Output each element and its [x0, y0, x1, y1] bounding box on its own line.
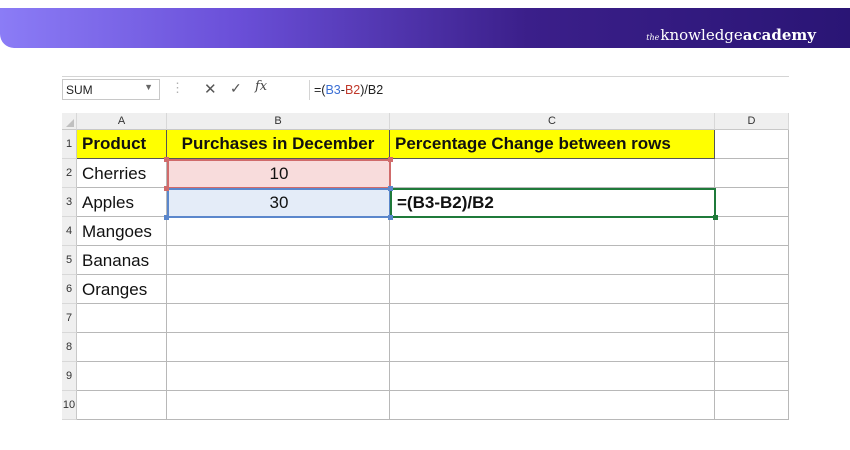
cell-b3[interactable]: 30	[167, 188, 391, 218]
cell-c2[interactable]	[390, 159, 715, 188]
cancel-icon[interactable]: ✕	[204, 80, 217, 98]
cell-c8[interactable]	[390, 333, 715, 362]
enter-icon[interactable]: ✓	[230, 80, 242, 97]
cell-b5[interactable]	[167, 246, 390, 275]
cell-c3-active[interactable]: =(B3-B2)/B2	[390, 188, 716, 218]
select-all-corner[interactable]	[62, 113, 77, 130]
column-header-b[interactable]: B	[167, 113, 390, 130]
cell-d8[interactable]	[715, 333, 789, 362]
range-handle[interactable]	[164, 186, 169, 191]
range-handle[interactable]	[388, 215, 393, 220]
cell-b4[interactable]	[167, 217, 390, 246]
cell-b9[interactable]	[167, 362, 390, 391]
row-header-10[interactable]: 10	[62, 391, 77, 420]
more-options-icon[interactable]: ⋮	[171, 80, 184, 96]
row-header-5[interactable]: 5	[62, 246, 77, 275]
cell-d6[interactable]	[715, 275, 789, 304]
column-header-a[interactable]: A	[77, 113, 167, 130]
formula-ref-b3: B3	[325, 83, 341, 97]
cell-d7[interactable]	[715, 304, 789, 333]
cell-a4[interactable]: Mangoes	[77, 217, 167, 246]
cell-a8[interactable]	[77, 333, 167, 362]
row-header-2[interactable]: 2	[62, 159, 77, 188]
cell-c10[interactable]	[390, 391, 715, 420]
cell-c9[interactable]	[390, 362, 715, 391]
name-box-value: SUM	[66, 83, 93, 97]
range-handle[interactable]	[388, 186, 393, 191]
row-header-3[interactable]: 3	[62, 188, 77, 217]
cell-b6[interactable]	[167, 275, 390, 304]
range-handle[interactable]	[388, 157, 393, 162]
cell-b8[interactable]	[167, 333, 390, 362]
cell-a1[interactable]: Product	[77, 130, 167, 159]
formula-bar: SUM ▼ ⋮ ✕ ✓ fx =(B3-B2)/B2	[62, 76, 789, 103]
cell-b2[interactable]: 10	[167, 159, 391, 189]
row-header-1[interactable]: 1	[62, 130, 77, 159]
cell-d10[interactable]	[715, 391, 789, 420]
row-header-9[interactable]: 9	[62, 362, 77, 391]
cell-b7[interactable]	[167, 304, 390, 333]
cell-c5[interactable]	[390, 246, 715, 275]
row-header-6[interactable]: 6	[62, 275, 77, 304]
cell-b10[interactable]	[167, 391, 390, 420]
select-all-icon	[66, 119, 74, 127]
cell-a6[interactable]: Oranges	[77, 275, 167, 304]
cell-a5[interactable]: Bananas	[77, 246, 167, 275]
row-header-7[interactable]: 7	[62, 304, 77, 333]
spreadsheet-grid: A B C D 1 2 3 4 5 6 7 8 9 10 Product Pur…	[62, 113, 789, 431]
cell-d3[interactable]	[716, 188, 789, 217]
cell-d1[interactable]	[715, 130, 789, 159]
cell-d5[interactable]	[715, 246, 789, 275]
brand-logo: theknowledgeacademy	[646, 26, 816, 44]
row-header-4[interactable]: 4	[62, 217, 77, 246]
column-header-d[interactable]: D	[715, 113, 789, 130]
formula-ref-b2: B2	[367, 83, 384, 97]
name-box[interactable]: SUM ▼	[62, 79, 160, 100]
cell-d9[interactable]	[715, 362, 789, 391]
formula-ref-b2: B2	[344, 83, 361, 97]
formula-part: )/	[360, 83, 368, 97]
formula-input[interactable]: =(B3-B2)/B2	[314, 79, 784, 101]
range-handle[interactable]	[164, 215, 169, 220]
cell-c7[interactable]	[390, 304, 715, 333]
cell-a10[interactable]	[77, 391, 167, 420]
cell-a3[interactable]: Apples	[77, 188, 167, 217]
formula-part: =(	[314, 83, 326, 97]
cell-c1[interactable]: Percentage Change between rows	[390, 130, 715, 159]
cell-b1[interactable]: Purchases in December	[167, 130, 390, 159]
formula-bar-divider	[309, 80, 310, 100]
cell-c4[interactable]	[390, 217, 715, 246]
cell-d2[interactable]	[715, 159, 789, 188]
insert-function-icon[interactable]: fx	[255, 79, 267, 94]
chevron-down-icon[interactable]: ▼	[144, 82, 153, 92]
column-header-c[interactable]: C	[390, 113, 715, 130]
brand-banner: theknowledgeacademy	[0, 8, 850, 48]
cell-a7[interactable]	[77, 304, 167, 333]
cell-d4[interactable]	[715, 217, 789, 246]
fill-handle[interactable]	[713, 215, 718, 220]
range-handle[interactable]	[164, 157, 169, 162]
cell-a2[interactable]: Cherries	[77, 159, 167, 188]
cell-a9[interactable]	[77, 362, 167, 391]
row-header-8[interactable]: 8	[62, 333, 77, 362]
cell-c6[interactable]	[390, 275, 715, 304]
